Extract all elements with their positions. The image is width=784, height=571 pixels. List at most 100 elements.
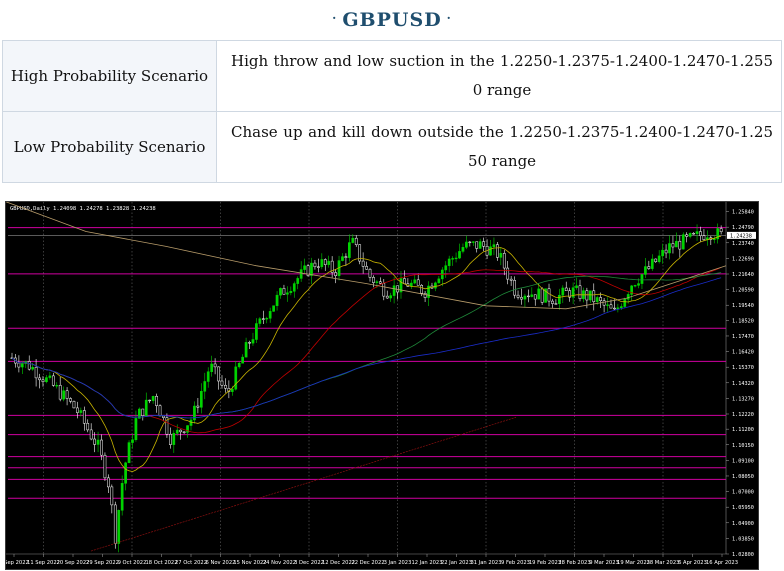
candle-body bbox=[292, 283, 296, 292]
price-tick-label: 1.20590 bbox=[732, 288, 754, 294]
candle-body bbox=[282, 288, 286, 295]
date-tick-label: 29 Sep 2022 bbox=[86, 560, 119, 566]
candle-body bbox=[289, 291, 293, 294]
candle-body bbox=[516, 294, 520, 298]
candle-body bbox=[444, 265, 448, 271]
ma-mid-line bbox=[11, 267, 722, 434]
candle-body bbox=[668, 243, 671, 254]
candle-body bbox=[20, 363, 24, 368]
candle-body bbox=[533, 294, 537, 300]
candle-body bbox=[55, 385, 59, 387]
candle-body bbox=[461, 247, 465, 252]
candle-body bbox=[31, 367, 35, 370]
candle-body bbox=[196, 405, 200, 408]
candle-body bbox=[688, 233, 692, 237]
candle-body bbox=[551, 300, 554, 304]
candle-body bbox=[217, 366, 220, 382]
candle-body bbox=[354, 237, 358, 245]
candle-body bbox=[89, 429, 93, 440]
candle-body bbox=[69, 398, 72, 402]
price-tick-label: 1.07000 bbox=[732, 490, 754, 496]
candle-body bbox=[100, 439, 103, 456]
candle-body bbox=[317, 266, 320, 268]
candle-body bbox=[523, 295, 527, 300]
candle-body bbox=[375, 281, 379, 283]
candle-body bbox=[155, 396, 158, 406]
candle-body bbox=[527, 295, 530, 298]
candle-body bbox=[58, 385, 62, 400]
candle-body bbox=[458, 251, 461, 259]
candle-body bbox=[124, 462, 127, 484]
candle-body bbox=[475, 241, 479, 249]
candle-body bbox=[72, 401, 76, 409]
table-row: Low Probability Scenario Chase up and ki… bbox=[2, 111, 782, 183]
candle-body bbox=[650, 258, 654, 269]
price-tick-label: 1.02800 bbox=[732, 552, 754, 558]
candle-body bbox=[637, 283, 640, 286]
date-tick-label: 28 Mar 2023 bbox=[647, 560, 680, 566]
price-tick-label: 1.03850 bbox=[732, 536, 754, 542]
title-dot-left: · bbox=[332, 11, 338, 25]
date-tick-label: 3 Dec 2022 bbox=[294, 560, 324, 566]
price-tick-label: 1.05950 bbox=[732, 505, 754, 511]
candle-body bbox=[361, 260, 365, 267]
date-tick-label: 12 Jan 2023 bbox=[411, 560, 442, 566]
date-tick-label: 9 Feb 2023 bbox=[501, 560, 530, 566]
candle-body bbox=[530, 294, 534, 297]
candle-body bbox=[675, 240, 678, 248]
candle-body bbox=[654, 258, 658, 263]
candle-body bbox=[230, 388, 234, 392]
candle-body bbox=[378, 281, 382, 284]
date-tick-label: 19 Feb 2023 bbox=[529, 560, 561, 566]
candle-body bbox=[413, 279, 417, 284]
scenario-table: High Probability Scenario High throw and… bbox=[2, 40, 782, 183]
price-tick-label: 1.25840 bbox=[732, 210, 754, 216]
candle-body bbox=[255, 323, 258, 340]
price-tick-label: 1.19540 bbox=[732, 303, 754, 309]
candle-body bbox=[344, 256, 348, 258]
price-tick-label: 1.04900 bbox=[732, 521, 754, 527]
candle-body bbox=[499, 253, 503, 258]
candle-body bbox=[134, 418, 138, 440]
candle-body bbox=[602, 300, 606, 306]
candle-body bbox=[423, 292, 427, 298]
candle-body bbox=[27, 361, 31, 370]
candle-body bbox=[671, 243, 675, 248]
candle-body bbox=[365, 266, 368, 270]
date-tick-label: 19 Mar 2023 bbox=[617, 560, 650, 566]
candle-body bbox=[657, 255, 661, 263]
candle-body bbox=[158, 405, 162, 417]
candle-body bbox=[234, 366, 238, 390]
candle-body bbox=[385, 295, 389, 299]
candle-body bbox=[496, 244, 499, 258]
date-tick-label: 20 Sep 2022 bbox=[57, 560, 90, 566]
candle-body bbox=[310, 262, 313, 276]
candle-body bbox=[509, 278, 513, 281]
price-chart[interactable]: GBPUSD,Daily 1.24098 1.24278 1.23828 1.2… bbox=[5, 201, 759, 570]
price-tick-label: 1.12220 bbox=[732, 412, 754, 418]
date-tick-label: 6 Apr 2023 bbox=[678, 560, 707, 566]
candle-body bbox=[175, 429, 179, 434]
candle-body bbox=[575, 285, 578, 288]
candle-body bbox=[468, 241, 472, 244]
candle-body bbox=[241, 356, 244, 364]
candle-body bbox=[96, 439, 100, 445]
candle-body bbox=[451, 258, 454, 260]
trend-line bbox=[90, 416, 517, 552]
candle-body bbox=[595, 297, 599, 302]
candle-body bbox=[296, 278, 300, 284]
candle-body bbox=[447, 258, 451, 266]
candle-body bbox=[189, 419, 193, 426]
candle-body bbox=[103, 454, 107, 479]
candle-body bbox=[633, 285, 637, 287]
candle-body bbox=[482, 241, 485, 247]
price-tick-label: 1.21640 bbox=[732, 272, 754, 278]
title-dot-right: · bbox=[446, 11, 452, 25]
candle-body bbox=[117, 510, 121, 544]
candle-body bbox=[372, 277, 375, 283]
candle-body bbox=[65, 390, 69, 399]
candle-body bbox=[268, 311, 272, 319]
date-tick-label: 31 Jan 2023 bbox=[470, 560, 501, 566]
date-tick-label: 28 Feb 2023 bbox=[558, 560, 590, 566]
date-tick-label: 24 Nov 2022 bbox=[263, 560, 296, 566]
